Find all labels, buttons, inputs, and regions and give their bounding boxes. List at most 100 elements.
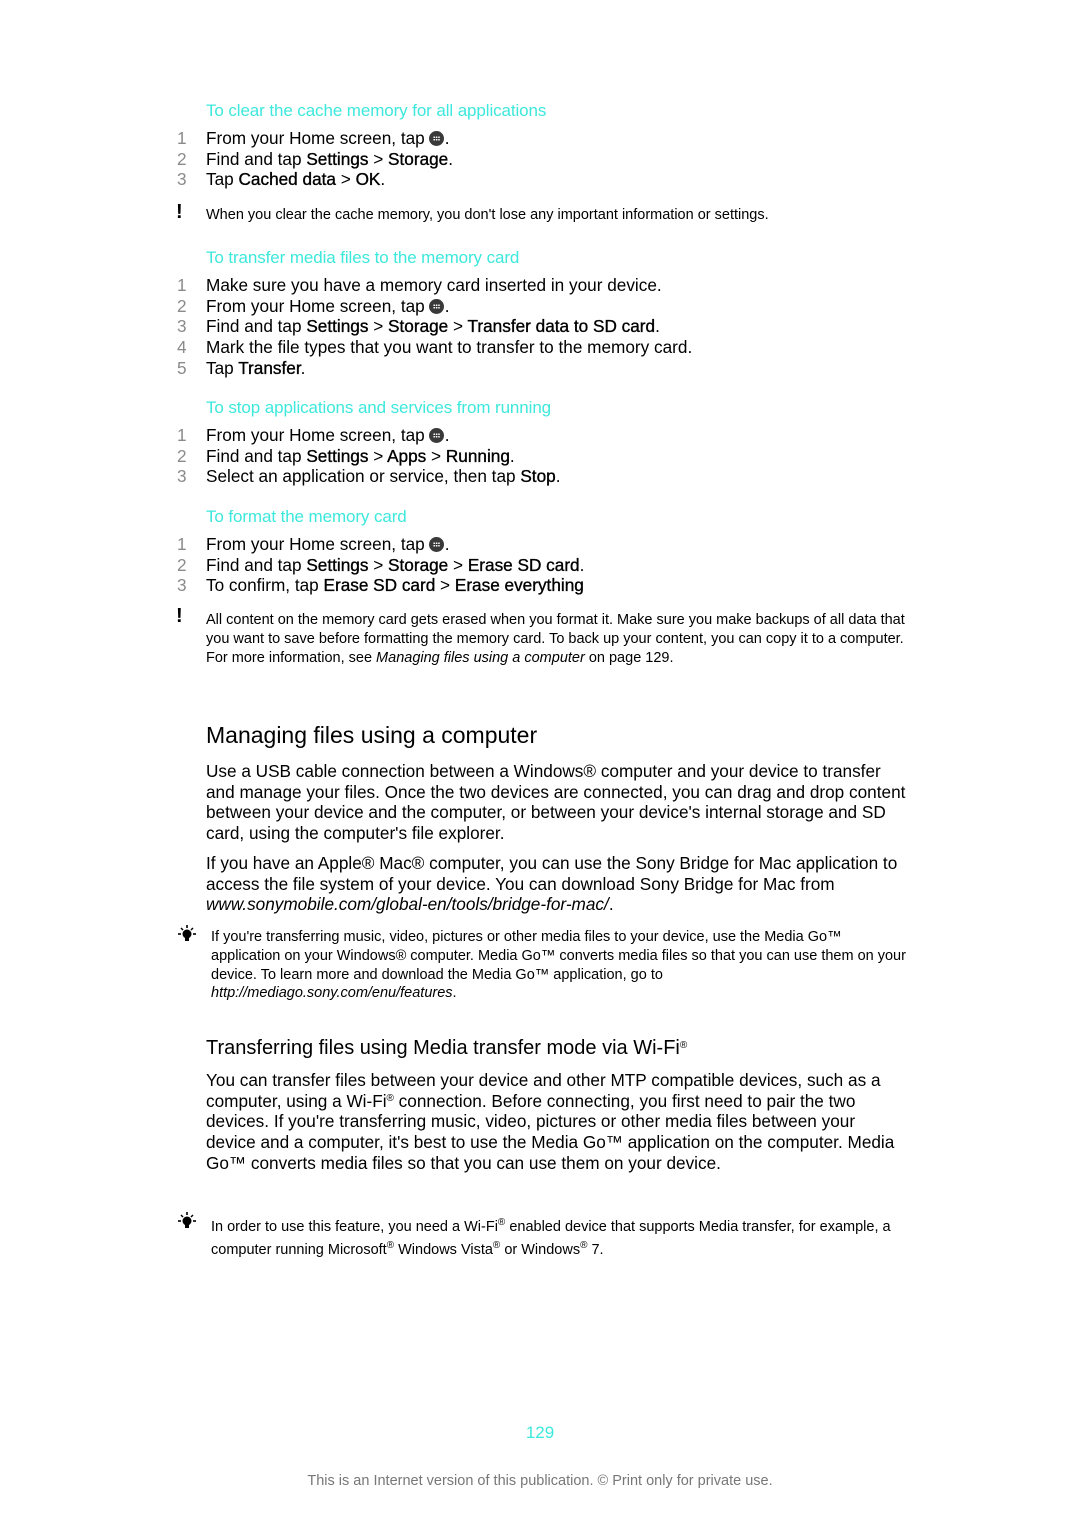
ui-term-settings: Settings bbox=[306, 316, 369, 337]
step-text-end: . bbox=[509, 445, 515, 466]
registered-mark: ® bbox=[679, 1040, 688, 1051]
paragraph-wifi: You can transfer files between your devi… bbox=[206, 1070, 906, 1174]
step-text-end: . bbox=[655, 316, 660, 337]
list-item: 5 Tap Transfer. bbox=[0, 358, 1080, 379]
step-number: 3 bbox=[177, 575, 187, 596]
paragraph-mac: If you have an Apple® Mac® computer, you… bbox=[206, 853, 906, 915]
step-text-end: . bbox=[555, 466, 561, 487]
ui-term-apps: Apps bbox=[387, 445, 427, 466]
list-item: 2 Find and tap Settings > Storage > Eras… bbox=[0, 555, 1080, 576]
list-item: 2 From your Home screen, tap. bbox=[0, 296, 1080, 317]
separator: > bbox=[448, 554, 468, 575]
footer-notice: This is an Internet version of this publ… bbox=[307, 1473, 773, 1489]
apps-icon bbox=[428, 537, 444, 552]
tip-text: In order to use this feature, you need a… bbox=[211, 1216, 911, 1262]
step-text-end: . bbox=[444, 295, 450, 316]
ui-term-settings: Settings bbox=[306, 148, 369, 169]
step-text-end: . bbox=[444, 425, 450, 445]
separator: > bbox=[426, 445, 446, 466]
step-number: 2 bbox=[177, 554, 187, 575]
separator: > bbox=[368, 445, 388, 466]
list-item: 2 Find and tap Settings > Storage. bbox=[0, 149, 1080, 170]
step-text: Find and tap bbox=[206, 316, 307, 337]
steps-transfer-media: 1 Make sure you have a memory card inser… bbox=[0, 275, 1080, 378]
list-item: 3 To confirm, tap Erase SD card > Erase … bbox=[0, 575, 1080, 596]
step-text: Tap bbox=[206, 169, 239, 190]
step-text: Mark the file types that you want to tra… bbox=[206, 337, 693, 358]
separator: > bbox=[368, 554, 389, 575]
section-heading-stop-apps: To stop applications and services from r… bbox=[206, 398, 552, 417]
section-heading-format-card: To format the memory card bbox=[206, 507, 407, 526]
section-title-wifi-transfer: Transferring files using Media transfer … bbox=[206, 1037, 687, 1060]
separator: > bbox=[448, 316, 468, 337]
separator: > bbox=[435, 575, 455, 596]
step-text-end: . bbox=[444, 534, 450, 554]
bridge-url-link[interactable]: www.sonymobile.com/global-en/tools/bridg… bbox=[206, 894, 609, 914]
list-item: 1 Make sure you have a memory card inser… bbox=[0, 275, 1080, 296]
step-text: From your Home screen, tap bbox=[206, 534, 425, 554]
separator: > bbox=[368, 148, 389, 169]
step-text: Select an application or service, then t… bbox=[206, 466, 521, 487]
step-text: Tap bbox=[206, 357, 239, 378]
tip-text: If you're transferring music, video, pic… bbox=[211, 928, 911, 1003]
step-number: 3 bbox=[177, 466, 187, 487]
step-number: 3 bbox=[177, 316, 187, 337]
list-item: 1 From your Home screen, tap. bbox=[0, 534, 1080, 555]
tip-text-part: In order to use this feature, you need a… bbox=[211, 1219, 498, 1235]
step-text: From your Home screen, tap bbox=[206, 295, 425, 316]
step-text-end: . bbox=[380, 169, 386, 190]
list-item: 3 Tap Cached data > OK. bbox=[0, 169, 1080, 190]
ui-term-storage: Storage bbox=[388, 148, 449, 169]
step-text: Find and tap bbox=[206, 554, 307, 575]
separator: > bbox=[368, 316, 389, 337]
ui-term-erase-everything: Erase everything bbox=[454, 575, 584, 596]
step-text-end: . bbox=[300, 357, 306, 378]
para-text: If you have an Apple® Mac® computer, you… bbox=[206, 853, 898, 894]
note-text: All content on the memory card gets eras… bbox=[206, 611, 906, 667]
step-text-end: . bbox=[444, 128, 450, 148]
apps-icon bbox=[428, 298, 444, 314]
cross-reference-link[interactable]: Managing files using a computer bbox=[376, 650, 585, 666]
tip-text-part: If you're transferring music, video, pic… bbox=[211, 929, 906, 983]
steps-stop-apps: 1 From your Home screen, tap. 2 Find and… bbox=[0, 425, 1080, 487]
list-item: 3 Select an application or service, then… bbox=[0, 466, 1080, 487]
ui-term-cached-data: Cached data bbox=[238, 169, 336, 190]
ui-term-transfer: Transfer bbox=[238, 357, 301, 378]
step-number: 1 bbox=[177, 425, 187, 445]
step-text: Find and tap bbox=[206, 445, 307, 466]
ui-term-running: Running bbox=[445, 445, 510, 466]
list-item: 3 Find and tap Settings > Storage > Tran… bbox=[0, 316, 1080, 337]
warning-icon: ! bbox=[176, 201, 183, 223]
note-text-part: on page 129. bbox=[584, 649, 674, 666]
media-go-link[interactable]: http://mediago.sony.com/enu/features bbox=[211, 985, 453, 1001]
list-item: 2 Find and tap Settings > Apps > Running… bbox=[0, 446, 1080, 467]
tip-text-part: or Windows bbox=[500, 1242, 581, 1258]
tip-lightbulb-icon bbox=[176, 924, 198, 949]
step-number: 2 bbox=[177, 148, 187, 169]
separator: > bbox=[335, 169, 356, 190]
apps-icon bbox=[428, 131, 444, 146]
tip-text-part: . bbox=[452, 985, 457, 1002]
ui-term-erase-sd: Erase SD card bbox=[323, 575, 436, 596]
step-number: 3 bbox=[177, 169, 187, 190]
ui-term-settings: Settings bbox=[306, 445, 369, 466]
list-item: 4 Mark the file types that you want to t… bbox=[0, 337, 1080, 358]
page-number: 129 bbox=[525, 1423, 555, 1442]
ui-term-storage: Storage bbox=[388, 316, 449, 337]
step-number: 1 bbox=[177, 275, 187, 295]
list-item: 1 From your Home screen, tap. bbox=[0, 128, 1080, 149]
tip-lightbulb-icon bbox=[176, 1211, 198, 1236]
step-number: 5 bbox=[177, 357, 187, 378]
tip-text-part: Windows Vista bbox=[394, 1242, 493, 1258]
step-text-end: . bbox=[579, 554, 585, 575]
step-text: Make sure you have a memory card inserte… bbox=[206, 275, 662, 295]
section-heading-clear-cache: To clear the cache memory for all applic… bbox=[206, 101, 547, 120]
step-text-end: . bbox=[448, 148, 454, 169]
step-text: To confirm, tap bbox=[206, 575, 324, 596]
manual-page: To clear the cache memory for all applic… bbox=[0, 0, 1080, 1527]
apps-icon bbox=[428, 428, 444, 443]
ui-term-erase-sd: Erase SD card bbox=[467, 554, 580, 575]
section-heading-transfer-media: To transfer media files to the memory ca… bbox=[206, 248, 520, 267]
paragraph-usb: Use a USB cable connection between a Win… bbox=[206, 761, 906, 844]
warning-icon: ! bbox=[176, 605, 183, 627]
